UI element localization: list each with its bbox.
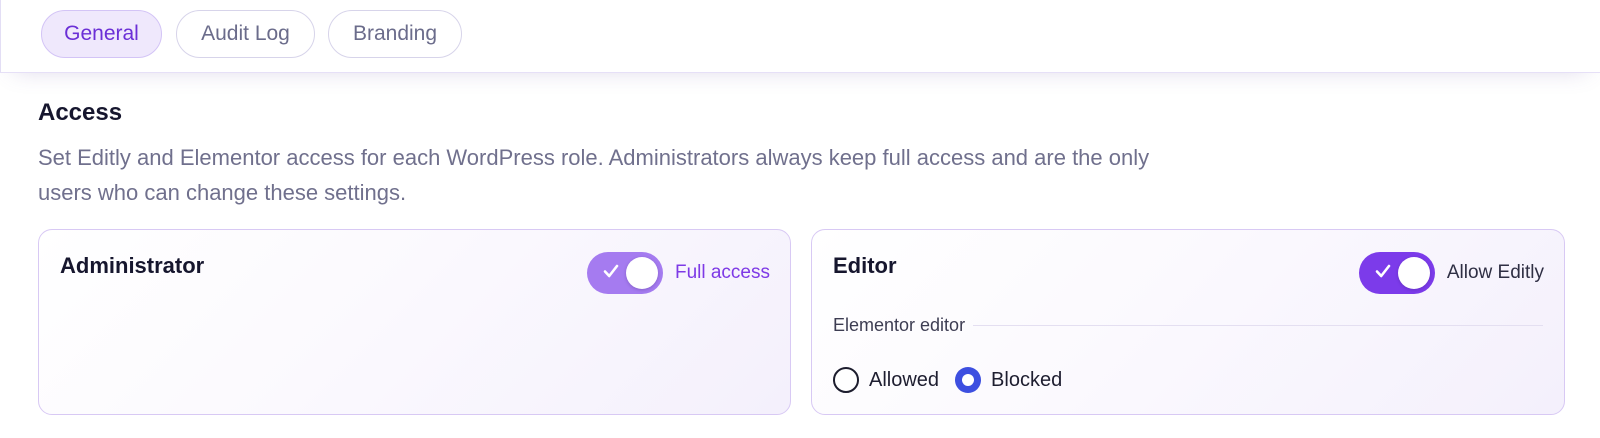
role-name: Editor — [833, 253, 897, 278]
toggle-label: Full access — [674, 262, 770, 283]
section-description: Set Editly and Elementor access for each… — [38, 145, 1150, 205]
check-icon — [603, 264, 619, 278]
role-card-editor: Editor Allow Editly Elementor editor All… — [811, 229, 1565, 415]
section-title: Access — [38, 99, 123, 126]
radio-blocked[interactable] — [955, 367, 982, 393]
toggle-knob — [1397, 257, 1430, 289]
radio-option-allowed[interactable]: Allowed — [833, 367, 939, 393]
divider — [973, 325, 1543, 326]
elementor-editor-heading: Elementor editor — [833, 315, 1543, 336]
radio-label-blocked: Blocked — [991, 368, 1063, 391]
toggle-switch[interactable] — [586, 252, 663, 294]
radio-label-allowed: Allowed — [869, 368, 940, 391]
radio-allowed[interactable] — [833, 367, 859, 393]
role-name: Administrator — [60, 253, 205, 278]
elementor-access-radio-group: Allowed Blocked — [833, 367, 1078, 393]
tab-branding[interactable]: Branding — [328, 10, 462, 58]
check-icon — [1375, 264, 1391, 278]
toggle-switch[interactable] — [1358, 252, 1435, 294]
tab-audit-log[interactable]: Audit Log — [176, 10, 315, 58]
role-card-administrator: Administrator Full access — [38, 229, 791, 415]
tab-bar: General Audit Log Branding — [0, 0, 1600, 73]
tab-general[interactable]: General — [41, 10, 162, 58]
elementor-editor-label: Elementor editor — [833, 315, 966, 335]
toggle-knob — [625, 257, 658, 289]
toggle-label: Allow Editly — [1446, 262, 1544, 283]
full-access-toggle[interactable]: Full access — [586, 252, 770, 294]
allow-editly-toggle[interactable]: Allow Editly — [1358, 252, 1544, 294]
radio-option-blocked[interactable]: Blocked — [955, 367, 1062, 393]
